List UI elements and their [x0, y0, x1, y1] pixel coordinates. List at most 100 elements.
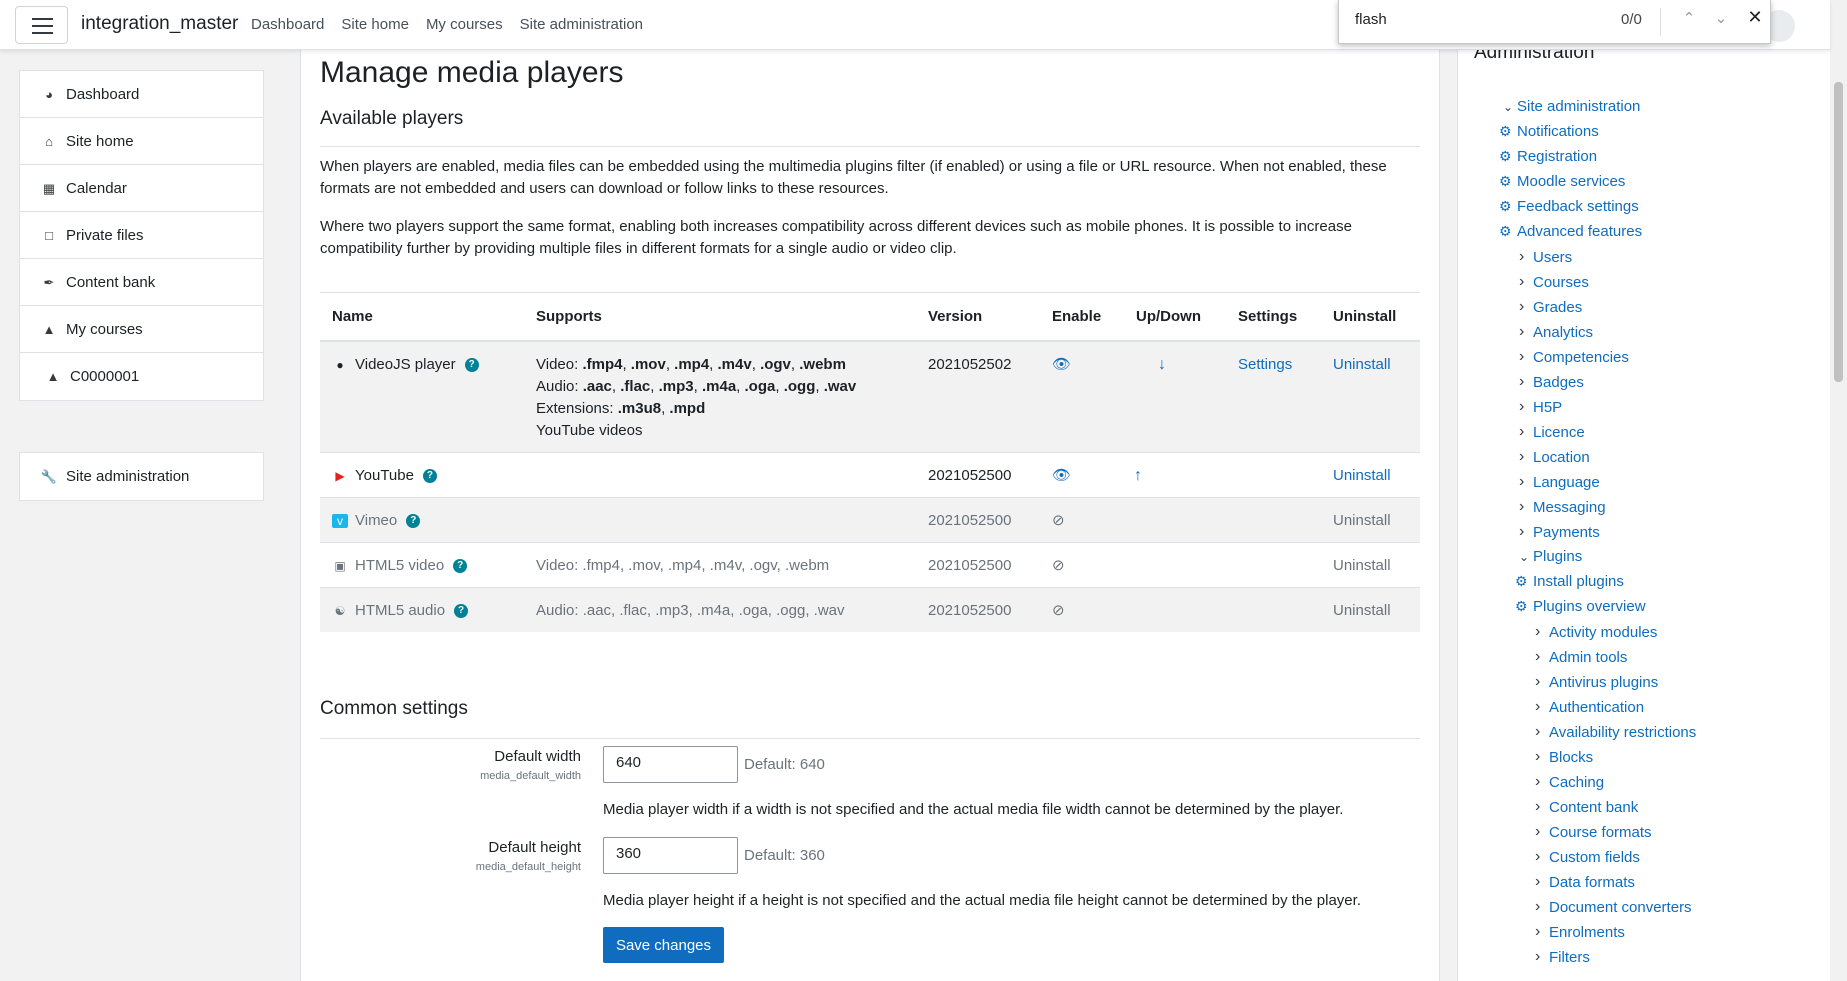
chevron-right-icon: › — [1519, 323, 1525, 340]
admin-tree-item[interactable]: › Caching — [1535, 773, 1604, 791]
help-icon[interactable]: ? — [406, 513, 421, 528]
admin-tree-label: Advanced features — [1517, 223, 1643, 240]
site-brand[interactable]: integration_master — [81, 13, 238, 35]
default-height-input[interactable]: 360 — [603, 837, 738, 874]
admin-tree-item[interactable]: › Grades — [1519, 298, 1582, 316]
admin-tree-item[interactable]: › Activity modules — [1535, 623, 1657, 641]
table-row: ▶ YouTube? 2021052500 👁 ↑ Uninstall — [320, 451, 1420, 497]
player-name: Vimeo — [355, 511, 398, 529]
help-icon[interactable]: ? — [453, 558, 468, 573]
nav-link-my-courses[interactable]: My courses — [426, 16, 503, 33]
admin-tree-item[interactable]: › Users — [1519, 248, 1572, 266]
admin-tree-item[interactable]: › Document converters — [1535, 898, 1692, 916]
nav-link-dashboard[interactable]: Dashboard — [251, 16, 324, 33]
admin-tree-label: Grades — [1533, 298, 1583, 316]
admin-tree-label: Site administration — [1517, 98, 1641, 115]
left-nav-my-courses[interactable]: ▲ My courses — [20, 306, 263, 353]
admin-tree-item[interactable]: ⚙ Feedback settings — [1499, 198, 1639, 215]
admin-tree-label: Moodle services — [1517, 173, 1626, 190]
uninstall-link[interactable]: Uninstall — [1333, 602, 1391, 619]
left-nav-private-files[interactable]: □ Private files — [20, 212, 263, 259]
admin-tree-item[interactable]: ⚙ Plugins overview — [1515, 598, 1646, 615]
chevron-down-icon: ⌄ — [1503, 99, 1514, 114]
admin-tree-item[interactable]: › Courses — [1519, 273, 1589, 291]
left-nav-admin: 🔧 Site administration — [19, 452, 264, 501]
admin-tree-item[interactable]: › Payments — [1519, 523, 1600, 541]
admin-tree-item[interactable]: › Analytics — [1519, 323, 1593, 341]
admin-tree-item[interactable]: › Course formats — [1535, 823, 1652, 841]
arrow-down-icon[interactable]: ↓ — [1158, 356, 1166, 373]
admin-tree-item[interactable]: › Filters — [1535, 948, 1590, 966]
chevron-right-icon: › — [1519, 398, 1525, 415]
left-nav-dashboard[interactable]: ◕ Dashboard — [20, 71, 263, 118]
arrow-up-icon[interactable]: ↑ — [1134, 467, 1142, 484]
help-icon[interactable]: ? — [422, 468, 437, 483]
uninstall-link[interactable]: Uninstall — [1333, 356, 1391, 373]
admin-tree-item[interactable]: › Content bank — [1535, 798, 1638, 816]
find-input[interactable]: flash — [1355, 11, 1387, 28]
eye-icon[interactable]: 👁 — [1052, 467, 1071, 484]
chevron-right-icon: › — [1535, 823, 1541, 840]
file-icon: □ — [45, 227, 53, 243]
graduation-cap-icon: ▲ — [42, 321, 56, 337]
nav-link-site-home[interactable]: Site home — [341, 16, 409, 33]
admin-tree-item[interactable]: ⚙ Notifications — [1499, 123, 1599, 140]
uninstall-link[interactable]: Uninstall — [1333, 557, 1391, 574]
scrollbar-thumb[interactable] — [1834, 82, 1843, 382]
admin-tree-item[interactable]: › Custom fields — [1535, 848, 1640, 866]
close-icon[interactable]: ✕ — [1745, 7, 1765, 28]
chevron-right-icon: › — [1535, 848, 1541, 865]
uninstall-link[interactable]: Uninstall — [1333, 467, 1391, 484]
admin-tree-item[interactable]: › Licence — [1519, 423, 1585, 441]
chevron-right-icon: › — [1535, 623, 1541, 640]
admin-tree-item[interactable]: › Availability restrictions — [1535, 723, 1696, 741]
page-scrollbar[interactable] — [1830, 0, 1847, 981]
chevron-right-icon: › — [1535, 923, 1541, 940]
admin-tree-item[interactable]: ⚙ Registration — [1499, 148, 1597, 165]
admin-tree-item[interactable]: › Location — [1519, 448, 1590, 466]
admin-tree-item[interactable]: › Language — [1519, 473, 1600, 491]
player-supports: Video: .fmp4, .mov, .mp4, .m4v, .ogv, .w… — [524, 541, 916, 587]
eye-slash-icon[interactable]: ⊘ — [1052, 512, 1065, 529]
settings-link[interactable]: Settings — [1238, 356, 1292, 373]
left-nav-content-bank[interactable]: ✒ Content bank — [20, 259, 263, 306]
chevron-up-icon[interactable]: ⌃ — [1679, 9, 1699, 27]
left-nav-calendar[interactable]: ▦ Calendar — [20, 165, 263, 212]
hamburger-menu-button[interactable] — [15, 6, 68, 44]
save-changes-button[interactable]: Save changes — [603, 927, 724, 963]
admin-tree-item[interactable]: ⌄ Site administration — [1503, 98, 1640, 115]
left-nav-course-c0000001[interactable]: ▲ C0000001 — [20, 353, 263, 400]
admin-tree-item[interactable]: › Antivirus plugins — [1535, 673, 1658, 691]
brush-icon: ✒ — [43, 274, 55, 290]
chevron-down-icon[interactable]: ⌄ — [1711, 9, 1731, 27]
admin-tree-item[interactable]: › H5P — [1519, 398, 1562, 416]
chevron-right-icon: › — [1535, 673, 1541, 690]
table-row: ▣ HTML5 video? Video: .fmp4, .mov, .mp4, … — [320, 541, 1420, 587]
admin-tree-item[interactable]: › Enrolments — [1535, 923, 1625, 941]
admin-tree-item[interactable]: › Competencies — [1519, 348, 1629, 366]
eye-slash-icon[interactable]: ⊘ — [1052, 602, 1065, 619]
left-nav-site-administration[interactable]: 🔧 Site administration — [20, 453, 263, 500]
admin-tree-item[interactable]: ⚙ Moodle services — [1499, 173, 1625, 190]
default-width-input[interactable]: 640 — [603, 746, 738, 783]
admin-tree-item[interactable]: ⚙ Advanced features — [1499, 223, 1642, 240]
nav-link-site-administration[interactable]: Site administration — [520, 16, 643, 33]
admin-tree-label: Competencies — [1533, 348, 1629, 366]
eye-slash-icon[interactable]: ⊘ — [1052, 557, 1065, 574]
admin-tree-item[interactable]: ⌄ Plugins — [1519, 548, 1582, 565]
column-header-supports: Supports — [524, 292, 916, 342]
admin-tree-item[interactable]: › Badges — [1519, 373, 1584, 391]
help-icon[interactable]: ? — [464, 357, 479, 372]
table-header-row: Name Supports Version Enable Up/Down Set… — [320, 292, 1420, 342]
admin-tree-label: Content bank — [1549, 798, 1639, 816]
uninstall-link[interactable]: Uninstall — [1333, 512, 1391, 529]
admin-tree-item[interactable]: › Blocks — [1535, 748, 1593, 766]
admin-tree-item[interactable]: › Authentication — [1535, 698, 1644, 716]
admin-tree-item[interactable]: › Messaging — [1519, 498, 1606, 516]
left-nav-site-home[interactable]: ⌂ Site home — [20, 118, 263, 165]
eye-icon[interactable]: 👁 — [1052, 356, 1071, 373]
admin-tree-item[interactable]: ⚙ Install plugins — [1515, 573, 1624, 590]
admin-tree-item[interactable]: › Admin tools — [1535, 648, 1627, 666]
help-icon[interactable]: ? — [454, 603, 469, 618]
admin-tree-item[interactable]: › Data formats — [1535, 873, 1635, 891]
